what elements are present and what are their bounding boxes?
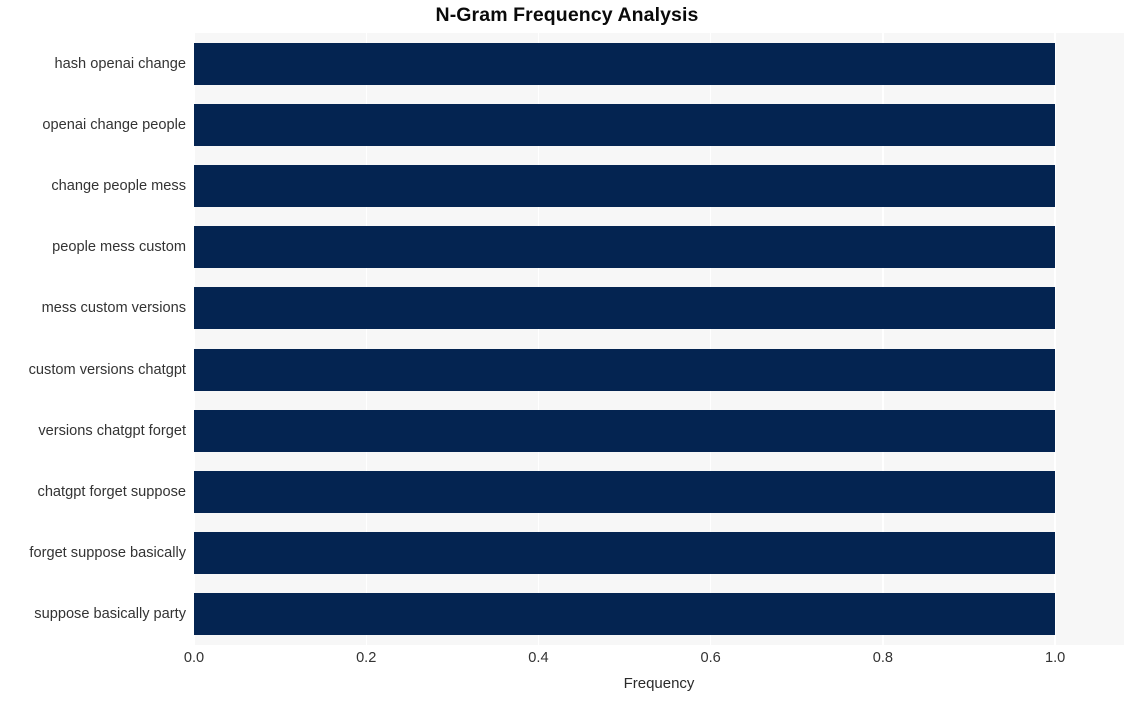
x-tick-label: 0.4 <box>528 650 549 666</box>
y-tick-label: mess custom versions <box>41 300 186 317</box>
y-axis-tick-labels: hash openai change openai change people ch… <box>0 33 186 645</box>
bar-row[interactable] <box>194 42 1124 85</box>
bar[interactable] <box>194 287 1056 330</box>
ngram-frequency-bar-chart: N-Gram Frequency Analysis hash openai ch… <box>0 0 1134 701</box>
bar[interactable] <box>194 471 1056 513</box>
plot-area <box>194 33 1124 645</box>
y-tick-label: hash openai change <box>54 55 186 72</box>
x-tick-label: 0.2 <box>356 650 377 666</box>
bar-row[interactable] <box>194 593 1124 636</box>
x-axis-tick-labels: 0.0 0.2 0.4 0.6 0.8 1.0 <box>0 651 1134 673</box>
y-tick-label: openai change people <box>42 116 186 133</box>
bar[interactable] <box>194 226 1056 269</box>
bars-layer <box>194 33 1124 645</box>
bar[interactable] <box>194 165 1056 207</box>
bar-row[interactable] <box>194 409 1124 452</box>
bar[interactable] <box>194 532 1056 575</box>
x-tick-label: 0.8 <box>872 650 894 666</box>
y-tick-label: chatgpt forget suppose <box>37 484 186 500</box>
y-tick-label: versions chatgpt forget <box>38 422 186 439</box>
bar-row[interactable] <box>194 532 1124 575</box>
bar-row[interactable] <box>194 103 1124 146</box>
y-tick-label: forget suppose basically <box>29 545 186 562</box>
bar-row[interactable] <box>194 471 1124 513</box>
y-tick-label: people mess custom <box>52 239 186 256</box>
y-tick-label: custom versions chatgpt <box>28 361 186 378</box>
bar-row[interactable] <box>194 348 1124 391</box>
x-tick-label: 0.0 <box>183 650 205 666</box>
y-tick-label: change people mess <box>51 178 186 194</box>
x-tick-label: 0.6 <box>700 650 721 666</box>
bar[interactable] <box>194 348 1056 391</box>
bar[interactable] <box>194 593 1056 636</box>
bar-row[interactable] <box>194 287 1124 330</box>
bar[interactable] <box>194 409 1056 452</box>
bar-row[interactable] <box>194 165 1124 207</box>
bar[interactable] <box>194 42 1056 85</box>
x-axis-title: Frequency <box>623 675 695 692</box>
chart-title: N-Gram Frequency Analysis <box>435 4 699 26</box>
y-tick-label: suppose basically party <box>34 606 186 623</box>
bar[interactable] <box>194 103 1056 146</box>
x-tick-label: 1.0 <box>1044 650 1066 666</box>
bar-row[interactable] <box>194 226 1124 269</box>
